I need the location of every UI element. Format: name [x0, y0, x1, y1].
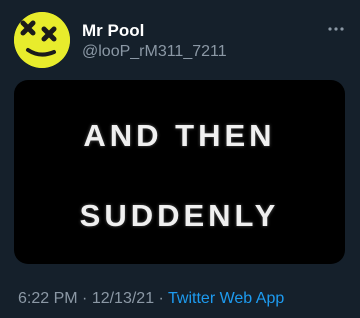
media-text-line-2: SUDDENLY: [79, 198, 280, 233]
tweet-card: Mr Pool @looP_rM311_7211 AND THEN SUDDEN…: [0, 0, 360, 318]
separator-dot: ·: [154, 290, 169, 307]
display-name[interactable]: Mr Pool: [82, 21, 144, 41]
user-handle[interactable]: @looP_rM311_7211: [82, 42, 227, 62]
more-options-icon[interactable]: [326, 22, 346, 34]
avatar[interactable]: [14, 12, 70, 68]
media-text-line-1: AND THEN: [83, 118, 276, 153]
tweet-media-image[interactable]: AND THEN SUDDENLY: [14, 80, 345, 264]
separator-dot: ·: [77, 290, 92, 307]
dizzy-face-avatar-icon: [14, 12, 70, 68]
tweet-time[interactable]: 6:22 PM: [18, 290, 78, 307]
tweet-footer: 6:22 PM · 12/13/21 · Twitter Web App: [18, 290, 284, 308]
tweet-date[interactable]: 12/13/21: [92, 290, 154, 307]
tweet-source-link[interactable]: Twitter Web App: [168, 290, 284, 307]
